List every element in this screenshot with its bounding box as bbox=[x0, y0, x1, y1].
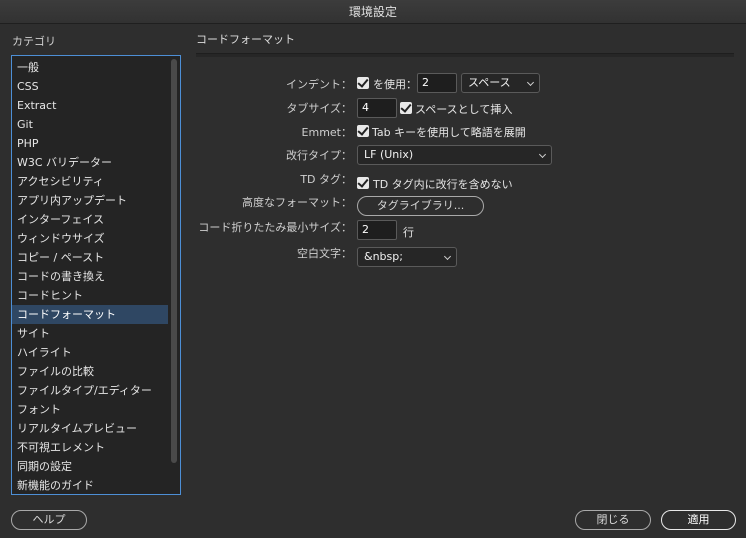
category-item[interactable]: サイト bbox=[12, 324, 168, 343]
category-item[interactable]: リアルタイムプレビュー bbox=[12, 419, 168, 438]
category-item[interactable]: コピー / ペースト bbox=[12, 248, 168, 267]
line-break-value: LF (Unix) bbox=[364, 148, 414, 161]
emmet-label: Emmet： bbox=[301, 126, 352, 139]
category-item[interactable]: 同期の設定 bbox=[12, 457, 168, 476]
apply-button[interactable]: 適用 bbox=[661, 510, 736, 530]
category-item[interactable]: Extract bbox=[12, 96, 168, 115]
category-item[interactable]: Git bbox=[12, 115, 168, 134]
tab-size-input[interactable]: 4 bbox=[357, 98, 397, 118]
whitespace-select[interactable]: &nbsp; bbox=[357, 247, 457, 267]
category-item[interactable]: アクセシビリティ bbox=[12, 172, 168, 191]
window-title: 環境設定 bbox=[0, 0, 746, 24]
emmet-checkbox[interactable] bbox=[357, 125, 369, 137]
td-tag-option-label: TD タグ内に改行を含めない bbox=[373, 178, 513, 191]
td-tag-label: TD タグ： bbox=[300, 173, 352, 186]
category-item[interactable]: PHP bbox=[12, 134, 168, 153]
category-item[interactable]: CSS bbox=[12, 77, 168, 96]
help-button[interactable]: ヘルプ bbox=[11, 510, 87, 530]
category-item[interactable]: ハイライト bbox=[12, 343, 168, 362]
line-break-select[interactable]: LF (Unix) bbox=[357, 145, 552, 165]
category-list[interactable]: 一般 CSS Extract Git PHP W3C バリデーター アクセシビリティ アプリ内… bbox=[11, 55, 181, 495]
category-item[interactable]: ファイルタイプ/エディター bbox=[12, 381, 168, 400]
td-tag-checkbox[interactable] bbox=[357, 177, 369, 189]
indent-label: インデント： bbox=[286, 78, 352, 91]
category-item[interactable]: 不可視エレメント bbox=[12, 438, 168, 457]
category-item[interactable]: W3C バリデーター bbox=[12, 153, 168, 172]
tag-library-button[interactable]: タグライブラリ... bbox=[357, 196, 484, 216]
chevron-down-icon bbox=[443, 252, 452, 261]
category-item[interactable]: 新機能のガイド bbox=[12, 476, 168, 494]
indent-use-checkbox[interactable] bbox=[357, 77, 369, 89]
category-item[interactable]: アプリ内アップデート bbox=[12, 191, 168, 210]
tab-size-label: タブサイズ： bbox=[286, 102, 352, 115]
indent-use-label: を使用： bbox=[373, 78, 417, 91]
code-collapse-input[interactable]: 2 bbox=[357, 220, 397, 240]
category-item[interactable]: コードフォーマット bbox=[12, 305, 168, 324]
whitespace-label: 空白文字： bbox=[297, 247, 352, 260]
advanced-format-label: 高度なフォーマット： bbox=[242, 196, 352, 209]
category-item[interactable]: コードヒント bbox=[12, 286, 168, 305]
category-item[interactable]: ウィンドウサイズ bbox=[12, 229, 168, 248]
close-button[interactable]: 閉じる bbox=[575, 510, 651, 530]
indent-unit-select[interactable]: スペース bbox=[461, 73, 540, 93]
line-break-label: 改行タイプ： bbox=[286, 149, 352, 162]
code-collapse-label: コード折りたたみ最小サイズ： bbox=[198, 221, 352, 234]
category-item[interactable]: コードの書き換え bbox=[12, 267, 168, 286]
category-item[interactable]: フォント bbox=[12, 400, 168, 419]
insert-spaces-checkbox[interactable] bbox=[400, 102, 412, 114]
emmet-option-label: Tab キーを使用して略語を展開 bbox=[372, 126, 526, 139]
category-label: カテゴリ bbox=[12, 35, 56, 48]
category-item[interactable]: ファイルの比較 bbox=[12, 362, 168, 381]
indent-unit-value: スペース bbox=[468, 76, 511, 89]
indent-size-input[interactable]: 2 bbox=[417, 73, 457, 93]
code-collapse-unit: 行 bbox=[403, 226, 414, 239]
chevron-down-icon bbox=[526, 78, 535, 87]
category-scrollbar[interactable] bbox=[171, 59, 177, 463]
chevron-down-icon bbox=[538, 150, 547, 159]
category-item[interactable]: 一般 bbox=[12, 58, 168, 77]
section-title: コードフォーマット bbox=[196, 33, 295, 46]
section-divider bbox=[196, 53, 734, 57]
category-item[interactable]: インターフェイス bbox=[12, 210, 168, 229]
whitespace-value: &nbsp; bbox=[364, 250, 403, 263]
insert-spaces-label: スペースとして挿入 bbox=[415, 103, 513, 116]
